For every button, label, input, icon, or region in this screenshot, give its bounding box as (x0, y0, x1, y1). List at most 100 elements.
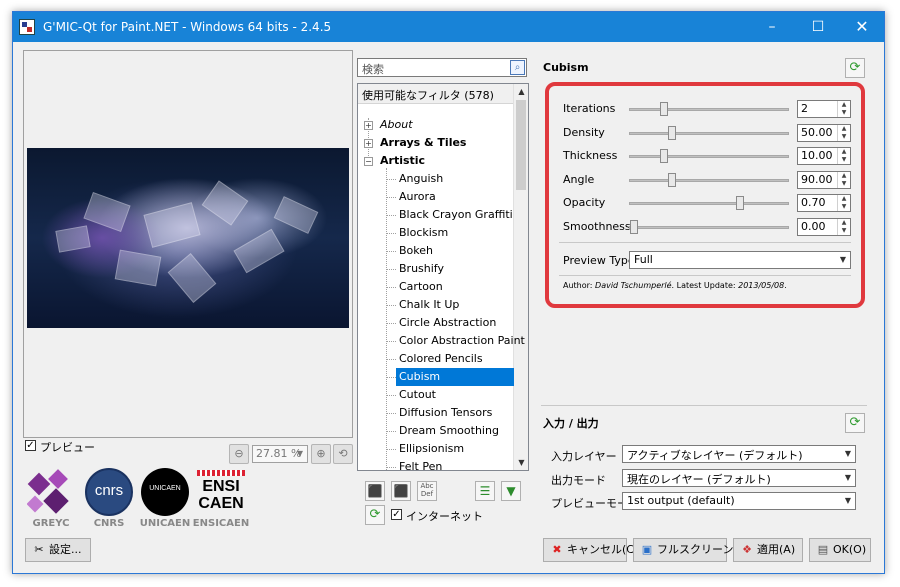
author-name: David Tschumperlé (595, 281, 672, 290)
slider-handle[interactable] (736, 196, 745, 210)
param-spinbox[interactable]: 0.00 ▲ ▼ (797, 217, 851, 236)
filter-item[interactable]: Color Abstraction Paint (396, 332, 528, 350)
reset-params-icon[interactable]: ⟳ (845, 58, 865, 78)
slider-handle[interactable] (660, 149, 669, 163)
ensicaen-mark-2: CAEN (198, 495, 244, 512)
title-bar[interactable]: G'MIC-Qt for Paint.NET - Windows 64 bits… (13, 12, 884, 42)
spin-arrows-icon[interactable]: ▲ ▼ (837, 171, 850, 188)
add-favorite-icon[interactable]: ⬛ (365, 481, 385, 501)
chevron-down-icon[interactable]: ▼ (836, 252, 850, 268)
chevron-down-icon[interactable]: ▼ (841, 493, 855, 509)
expand-icon[interactable]: + (364, 139, 373, 148)
slider-handle[interactable] (668, 125, 676, 140)
slider-handle[interactable] (660, 102, 669, 116)
param-slider[interactable] (629, 219, 789, 234)
preview-type-select[interactable]: Full ▼ (629, 251, 851, 269)
category-about[interactable]: About (380, 116, 413, 134)
spin-arrows-icon[interactable]: ▲ ▼ (837, 124, 850, 141)
green-arrow-down-icon[interactable]: ▼ (501, 481, 521, 501)
filter-item[interactable]: Cutout (396, 386, 439, 404)
param-slider[interactable] (629, 149, 789, 163)
settings-button-label: 設定... (49, 543, 82, 556)
search-icon[interactable]: ⌕ (510, 60, 525, 75)
scroll-thumb[interactable] (516, 100, 526, 190)
param-spinbox[interactable]: 50.00 ▲ ▼ (797, 123, 851, 142)
filter-item[interactable]: Circle Abstraction (396, 314, 499, 332)
cnrs-logo: cnrs (85, 468, 133, 516)
fullscreen-button[interactable]: ▣ フルスクリーン(F) (633, 538, 748, 562)
output-mode-select[interactable]: 現在のレイヤー (デフォルト) ▼ (622, 469, 856, 487)
search-input[interactable]: 検索 (357, 58, 527, 77)
preview-checkbox[interactable]: ✓ (25, 440, 36, 451)
zoom-input[interactable]: 27.81 % ▼ (252, 445, 308, 463)
reset-io-icon[interactable]: ⟳ (845, 413, 865, 433)
update-filters-icon[interactable]: ⟳ (365, 505, 385, 525)
filter-item[interactable]: Dream Smoothing (396, 422, 502, 440)
filter-item[interactable]: Chalk It Up (396, 296, 462, 314)
apply-button[interactable]: ❖ 適用(A) (733, 538, 803, 562)
io-title: 入力 / 出力 (543, 417, 599, 430)
param-slider[interactable] (629, 172, 789, 187)
scroll-down-icon[interactable]: ▼ (514, 455, 528, 470)
cubism-shard (201, 180, 249, 226)
filter-item[interactable]: Cartoon (396, 278, 446, 296)
filter-item[interactable]: Brushify (396, 260, 447, 278)
collapse-icon[interactable]: − (364, 157, 373, 166)
param-spinbox[interactable]: 0.70 ▲ ▼ (797, 194, 851, 212)
filter-item[interactable]: Black Crayon Graffiti (396, 206, 516, 224)
spin-arrows-icon[interactable]: ▲ ▼ (837, 218, 850, 235)
close-button[interactable]: ✕ (840, 12, 884, 42)
filter-item[interactable]: Colored Pencils (396, 350, 486, 368)
zoom-out-icon[interactable]: ⊖ (229, 444, 249, 464)
filter-item[interactable]: Bokeh (396, 242, 436, 260)
chevron-down-icon[interactable]: ▼ (841, 470, 855, 486)
filter-item[interactable]: Ellipsionism (396, 440, 467, 458)
param-slider[interactable] (629, 102, 789, 116)
filter-item[interactable]: Blockism (396, 224, 451, 242)
rename-favorite-icon[interactable]: Abc Def (417, 481, 437, 501)
scroll-up-icon[interactable]: ▲ (514, 84, 528, 99)
param-slider[interactable] (629, 125, 789, 140)
slider-handle[interactable] (630, 219, 638, 234)
category-arrays-tiles[interactable]: Arrays & Tiles (380, 134, 466, 152)
filter-item[interactable]: Felt Pen (396, 458, 445, 470)
preview-image[interactable] (27, 148, 349, 328)
filter-item[interactable]: Anguish (396, 170, 446, 188)
zoom-in-icon[interactable]: ⊕ (311, 444, 331, 464)
chevron-down-icon[interactable]: ▼ (294, 447, 306, 461)
zoom-reset-icon[interactable]: ⟲ (333, 444, 353, 464)
filter-tree-header: 使用可能なフィルタ (578) (358, 84, 514, 104)
preview-mode-select[interactable]: 1st output (default) ▼ (622, 492, 856, 510)
expand-icon[interactable]: + (364, 121, 373, 130)
param-slider[interactable] (629, 196, 789, 210)
internet-checkbox[interactable]: ✓ (391, 509, 402, 520)
spin-arrows-icon[interactable]: ▲ ▼ (837, 148, 850, 164)
preview-panel[interactable] (23, 50, 353, 438)
tree-scrollbar[interactable]: ▲ ▼ (513, 84, 528, 470)
spin-arrows-icon[interactable]: ▲ ▼ (837, 101, 850, 117)
filter-item[interactable]: Cubism (396, 368, 514, 386)
input-layer-select[interactable]: アクティブなレイヤー (デフォルト) ▼ (622, 445, 856, 463)
chevron-down-icon[interactable]: ▼ (841, 446, 855, 462)
update-suffix: . (784, 281, 787, 290)
expand-collapse-icon[interactable]: ☰ (475, 481, 495, 501)
cubism-shard (273, 196, 319, 234)
remove-favorite-icon[interactable]: ⬛ (391, 481, 411, 501)
param-spinbox[interactable]: 2 ▲ ▼ (797, 100, 851, 118)
spin-arrows-icon[interactable]: ▲ ▼ (837, 195, 850, 211)
param-spinbox[interactable]: 10.00 ▲ ▼ (797, 147, 851, 165)
cancel-button[interactable]: ✖ キャンセル(C) (543, 538, 638, 562)
preview-mode-value: 1st output (default) (627, 494, 735, 507)
ok-button[interactable]: ▤ OK(O) (809, 538, 871, 562)
param-spinbox[interactable]: 90.00 ▲ ▼ (797, 170, 851, 189)
settings-button[interactable]: ✂ 設定... (25, 538, 91, 562)
category-artistic[interactable]: Artistic (380, 152, 425, 170)
filter-item[interactable]: Aurora (396, 188, 439, 206)
filter-tree[interactable]: 使用可能なフィルタ (578) ▲ ▼ + About + Arrays & T… (357, 83, 529, 471)
minimize-button[interactable]: – (750, 12, 794, 42)
unicaen-logo: UNICAEN (141, 468, 189, 516)
maximize-button[interactable]: ☐ (796, 12, 840, 42)
param-value: 0.70 (801, 196, 826, 209)
filter-item[interactable]: Diffusion Tensors (396, 404, 495, 422)
slider-handle[interactable] (668, 172, 676, 187)
